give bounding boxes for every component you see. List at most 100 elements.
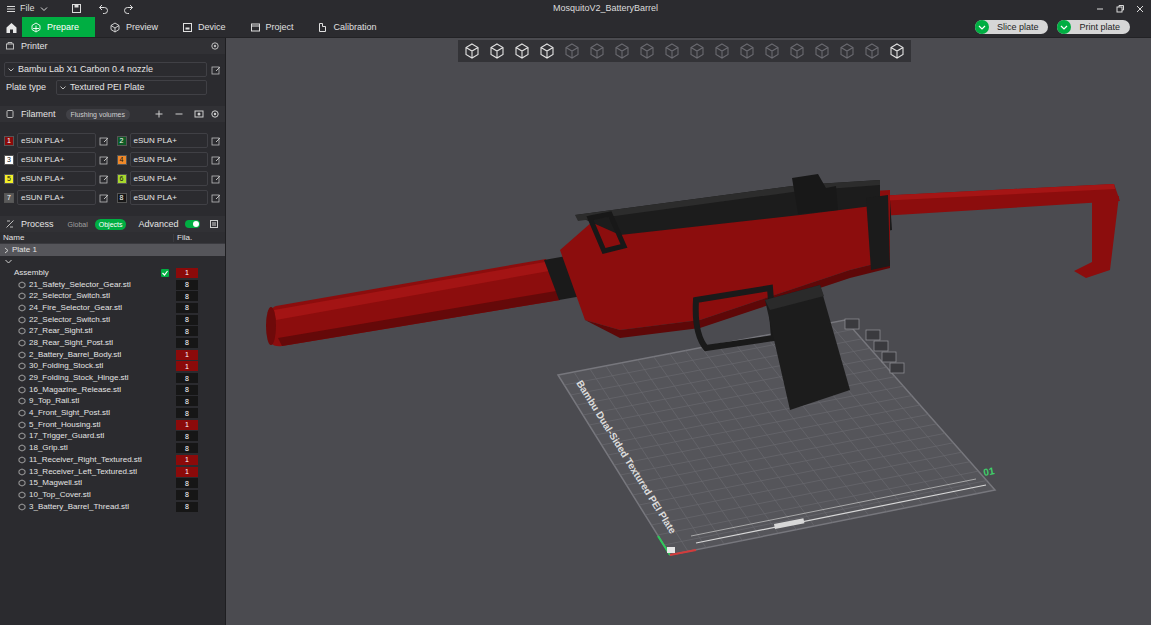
printer-select[interactable]: Bambu Lab X1 Carbon 0.4 nozzle	[4, 62, 207, 77]
filament-badge[interactable]: 7	[4, 193, 14, 203]
tab[interactable]: Calibration	[309, 17, 386, 37]
view-tool-icon[interactable]	[861, 42, 883, 60]
filament-badge[interactable]: 8	[176, 326, 198, 336]
edit-icon[interactable]	[211, 65, 221, 75]
expand-chevron-icon[interactable]	[4, 257, 13, 266]
3d-viewport[interactable]: Bambu Dual-Sided Textured PEI Plate01	[226, 38, 1151, 625]
part-row[interactable]: 10_Top_Cover.stl8	[0, 489, 225, 501]
scene[interactable]: Bambu Dual-Sided Textured PEI Plate01	[226, 38, 1151, 625]
filament-select[interactable]: eSUN PLA+	[130, 190, 209, 205]
filament-badge[interactable]: 8	[176, 291, 198, 301]
part-row[interactable]: 21_Safety_Selector_Gear.stl8	[0, 279, 225, 291]
filament-badge[interactable]: 8	[176, 431, 198, 441]
tab[interactable]: Device	[173, 17, 235, 37]
plate-toolbar[interactable]	[845, 319, 904, 373]
view-tool-icon[interactable]	[611, 42, 633, 60]
gear-icon[interactable]	[210, 109, 220, 119]
view-tool-icon[interactable]	[711, 42, 733, 60]
save-icon[interactable]	[71, 3, 82, 14]
list-icon[interactable]	[209, 219, 219, 229]
filament-badge[interactable]: 8	[176, 396, 198, 406]
filament-select[interactable]: eSUN PLA+	[130, 152, 209, 167]
view-tool-icon[interactable]	[736, 42, 758, 60]
filament-badge[interactable]: 8	[117, 193, 127, 203]
filament-select[interactable]: eSUN PLA+	[17, 152, 96, 167]
filament-badge[interactable]: 8	[176, 315, 198, 325]
gun-model[interactable]	[266, 174, 1120, 410]
maximize-icon[interactable]	[1115, 4, 1125, 14]
part-row[interactable]: 17_Trigger_Guard.stl8	[0, 431, 225, 443]
filament-badge[interactable]: 1	[176, 467, 198, 477]
part-row[interactable]: 22_Selector_Switch.stl8	[0, 314, 225, 326]
view-tool-icon[interactable]	[836, 42, 858, 60]
chevron-down-icon[interactable]	[59, 84, 67, 92]
edit-icon[interactable]	[211, 155, 221, 165]
filament-badge[interactable]: 4	[117, 155, 127, 165]
part-row[interactable]: 16_Magazine_Release.stl8	[0, 384, 225, 396]
filament-badge[interactable]: 1	[176, 420, 198, 430]
close-icon[interactable]	[1135, 4, 1145, 14]
edit-icon[interactable]	[211, 193, 221, 203]
assembly-row[interactable]: Assembly1	[0, 267, 225, 279]
part-row[interactable]: 28_Rear_Sight_Post.stl8	[0, 337, 225, 349]
gear-icon[interactable]	[210, 41, 220, 51]
action-button[interactable]: Slice plate	[975, 20, 1049, 34]
filament-badge[interactable]: 8	[176, 408, 198, 418]
filament-select[interactable]: eSUN PLA+	[130, 133, 209, 148]
view-tool-icon[interactable]	[886, 42, 908, 60]
filament-badge[interactable]: 1	[176, 350, 198, 360]
view-tool-icon[interactable]	[811, 42, 833, 60]
view-tool-icon[interactable]	[786, 42, 808, 60]
part-row[interactable]: 4_Front_Sight_Post.stl8	[0, 407, 225, 419]
filament-badge[interactable]: 8	[176, 280, 198, 290]
filament-badge[interactable]: 1	[176, 455, 198, 465]
filament-badge[interactable]: 1	[4, 136, 14, 146]
view-tool-icon[interactable]	[661, 42, 683, 60]
check-dropdown-icon[interactable]	[975, 20, 989, 34]
filament-badge[interactable]: 3	[4, 155, 14, 165]
filament-select[interactable]: eSUN PLA+	[130, 171, 209, 186]
home-icon[interactable]	[5, 21, 18, 34]
chevron-down-icon[interactable]	[7, 66, 15, 74]
tab[interactable]: Project	[241, 17, 303, 37]
process-mode[interactable]: Global	[64, 219, 92, 230]
view-tool-icon[interactable]	[586, 42, 608, 60]
sync-icon[interactable]	[194, 109, 204, 119]
advanced-toggle[interactable]	[185, 220, 200, 228]
view-tool-icon[interactable]	[561, 42, 583, 60]
part-row[interactable]: 13_Receiver_Left_Textured.stl1	[0, 466, 225, 478]
filament-badge[interactable]: 8	[176, 443, 198, 453]
minus-icon[interactable]	[174, 109, 184, 119]
printable-checkbox[interactable]	[161, 269, 169, 277]
view-tool-icon[interactable]	[461, 42, 483, 60]
redo-icon[interactable]	[123, 3, 134, 14]
expand-chevron-icon[interactable]	[2, 246, 11, 255]
plate-type-select[interactable]: Textured PEI Plate	[56, 80, 207, 95]
part-row[interactable]: 18_Grip.stl8	[0, 442, 225, 454]
filament-badge[interactable]: 8	[176, 373, 198, 383]
part-row[interactable]: 2_Battery_Barrel_Body.stl1	[0, 349, 225, 361]
filament-badge[interactable]: 8	[176, 385, 198, 395]
part-row[interactable]: 30_Folding_Stock.stl1	[0, 361, 225, 373]
menu-icon[interactable]	[6, 4, 16, 14]
view-tool-icon[interactable]	[686, 42, 708, 60]
filament-badge[interactable]: 8	[176, 490, 198, 500]
undo-icon[interactable]	[98, 3, 109, 14]
filament-select[interactable]: eSUN PLA+	[17, 190, 96, 205]
part-row[interactable]: 24_Fire_Selector_Gear.stl8	[0, 302, 225, 314]
filament-badge[interactable]: 6	[117, 174, 127, 184]
part-row[interactable]: 27_Rear_Sight.stl8	[0, 325, 225, 337]
filament-badge[interactable]: 2	[117, 136, 127, 146]
minimize-icon[interactable]	[1095, 4, 1105, 14]
filament-badge[interactable]: 8	[176, 502, 198, 512]
plus-icon[interactable]	[154, 109, 164, 119]
filament-badge[interactable]: 1	[176, 268, 198, 278]
view-tool-icon[interactable]	[486, 42, 508, 60]
filament-badge[interactable]: 8	[176, 478, 198, 488]
view-tool-icon[interactable]	[636, 42, 658, 60]
part-row[interactable]: 29_Folding_Stock_Hinge.stl8	[0, 372, 225, 384]
edit-icon[interactable]	[99, 136, 109, 146]
view-tool-icon[interactable]	[761, 42, 783, 60]
chevron-down-icon[interactable]	[39, 4, 49, 14]
part-row[interactable]: 5_Front_Housing.stl1	[0, 419, 225, 431]
